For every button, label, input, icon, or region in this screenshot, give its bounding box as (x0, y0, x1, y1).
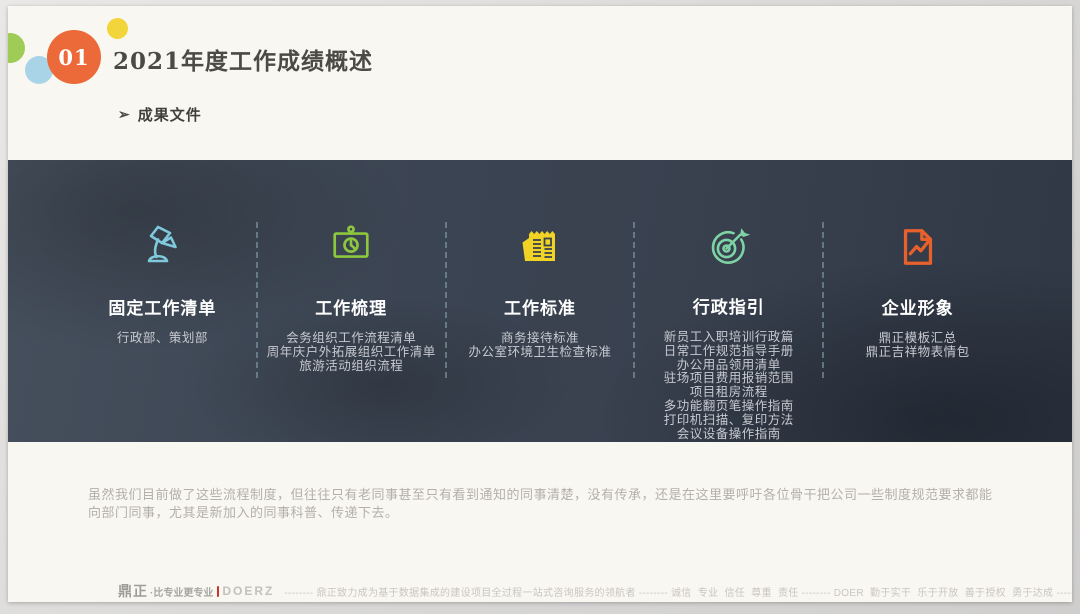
decor-circle-yellow (107, 18, 128, 39)
column-title: 企业形象 (882, 294, 954, 319)
column-item: 鼎正吉祥物表情包 (866, 346, 970, 360)
column-item: 行政部、策划部 (117, 332, 208, 346)
arrow-bullet-icon: ➢ (118, 106, 131, 123)
banner-column-work-standards: 工作标准 商务接待标准 办公室环境卫生检查标准 (446, 160, 635, 442)
section-number-badge: 01 (47, 30, 101, 84)
document-chart-icon (895, 224, 941, 270)
column-title: 工作梳理 (315, 294, 387, 319)
subtitle-label: 成果文件 (138, 104, 202, 125)
brand-name-en: DOERZ (222, 584, 274, 598)
column-item: 旅游活动组织流程 (267, 360, 436, 374)
slide: 01 2021年度工作成绩概述 ➢ 成果文件 固定工作清单 行政部、策划部 (8, 6, 1072, 602)
banner-column-fixed-work-list: 固定工作清单 行政部、策划部 (68, 160, 257, 442)
column-item: 打印机扫描、复印方法 (664, 414, 794, 428)
banner-column-corporate-image: 企业形象 鼎正模板汇总 鼎正吉祥物表情包 (823, 160, 1012, 442)
column-item: 会务组织工作流程清单 (267, 332, 436, 346)
column-item: 会议设备操作指南 (664, 428, 794, 442)
column-item: 新员工入职培训行政篇 (664, 331, 794, 345)
footer-motto: -------- 鼎正致力成为基于数据集成的建设项目全过程一站式咨询服务的领航者… (284, 584, 1072, 599)
target-dart-icon (705, 222, 753, 270)
brand-name: 鼎正 (118, 581, 148, 601)
results-banner: 固定工作清单 行政部、策划部 工作梳理 (8, 160, 1072, 442)
column-item: 鼎正模板汇总 (866, 332, 970, 346)
footer: 鼎正 ·比专业更专业 DOERZ -------- 鼎正致力成为基于数据集成的建… (113, 581, 1063, 601)
column-item: 办公室环境卫生检查标准 (468, 346, 611, 360)
column-item: 周年庆户外拓展组织工作清单 (267, 346, 436, 360)
decor-circle-green (8, 33, 25, 63)
section-subtitle: ➢ 成果文件 (118, 104, 202, 125)
column-title: 固定工作清单 (108, 294, 216, 319)
newspaper-icon (516, 223, 564, 271)
banner-column-work-sorting: 工作梳理 会务组织工作流程清单 周年庆户外拓展组织工作清单 旅游活动组织流程 (257, 160, 446, 442)
desk-lamp-icon (138, 223, 186, 271)
column-title: 工作标准 (504, 294, 576, 319)
banner-column-admin-guide: 行政指引 新员工入职培训行政篇 日常工作规范指导手册 办公用品领用清单 驻场项目… (634, 160, 823, 442)
column-item: 商务接待标准 (468, 332, 611, 346)
summary-note: 虽然我们目前做了这些流程制度，但往往只有老同事甚至只有看到通知的同事清楚，没有传… (88, 486, 996, 521)
brand-tagline: ·比专业更专业 (150, 584, 213, 599)
column-title: 行政指引 (693, 293, 765, 318)
projector-screen-icon (328, 224, 374, 270)
page-title: 2021年度工作成绩概述 (113, 42, 373, 76)
section-number: 01 (58, 45, 89, 70)
column-item: 日常工作规范指导手册 (664, 345, 794, 359)
brand-seal-icon (217, 586, 219, 597)
